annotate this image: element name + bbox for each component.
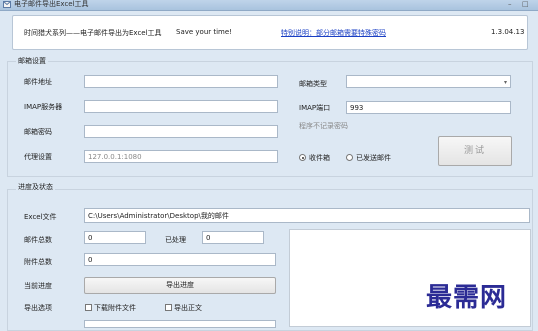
slogan: Save your time! (176, 28, 232, 36)
radio-inbox-label: 收件箱 (309, 154, 330, 162)
app-icon (3, 1, 11, 8)
attachments-field: 0 (84, 253, 276, 266)
processed-label: 已处理 (165, 236, 186, 244)
email-label: 邮件地址 (24, 78, 52, 86)
export-progress-button[interactable]: 导出进度 (84, 277, 276, 294)
watermark-logo: 最需网 (426, 283, 508, 313)
password-hint: 程序不记录密码 (299, 122, 348, 130)
proxy-field[interactable]: 127.0.0.1:1080 (84, 150, 278, 163)
mailbox-type-select[interactable]: ▾ (346, 75, 511, 88)
export-body-label: 导出正文 (174, 304, 202, 312)
radio-inbox[interactable] (299, 154, 306, 161)
mailbox-settings-title: 邮箱设置 (16, 56, 48, 66)
excel-file-label: Excel文件 (24, 213, 57, 221)
total-mail-field: 0 (84, 231, 146, 244)
radio-sent-label: 已发送邮件 (356, 154, 391, 162)
excel-path-field[interactable]: C:\Users\Administrator\Desktop\我的邮件 (84, 208, 530, 223)
proxy-label: 代理设置 (24, 153, 52, 161)
current-progress-label: 当前进度 (24, 282, 52, 290)
export-body-checkbox[interactable] (165, 304, 172, 311)
chevron-down-icon: ▾ (503, 79, 507, 86)
imap-server-label: IMAP服务器 (24, 103, 63, 111)
header-panel: 时间猎犬系列——电子邮件导出为Excel工具 Save your time! 特… (12, 15, 528, 50)
imap-server-field[interactable] (84, 100, 278, 113)
app-name: 时间猎犬系列——电子邮件导出为Excel工具 (24, 29, 162, 37)
imap-port-label: IMAP端口 (299, 104, 331, 112)
attachments-label: 附件总数 (24, 258, 52, 266)
download-attachments-checkbox[interactable] (85, 304, 92, 311)
imap-port-field[interactable]: 993 (346, 101, 511, 114)
window-title: 电子邮件导出Excel工具 (14, 0, 89, 8)
test-button[interactable]: 测试 (438, 136, 512, 166)
export-options-label: 导出选项 (24, 304, 52, 312)
minimize-button[interactable]: – (508, 0, 512, 9)
mailbox-type-label: 邮箱类型 (299, 80, 327, 88)
special-notice-link[interactable]: 特别说明：部分邮箱需要特殊密码 (281, 28, 386, 38)
title-bar: 电子邮件导出Excel工具 – □ (0, 0, 538, 11)
email-field[interactable] (84, 75, 278, 88)
total-mail-label: 邮件总数 (24, 236, 52, 244)
radio-sent[interactable] (346, 154, 353, 161)
password-field[interactable] (84, 125, 278, 138)
maximize-button[interactable]: □ (522, 0, 529, 9)
download-attachments-label: 下载附件文件 (94, 304, 136, 312)
processed-field: 0 (202, 231, 264, 244)
progress-status-title: 进度及状态 (16, 182, 55, 192)
extra-field[interactable] (84, 320, 276, 328)
version-label: 1.3.04.13 (491, 28, 525, 36)
password-label: 邮箱密码 (24, 128, 52, 136)
